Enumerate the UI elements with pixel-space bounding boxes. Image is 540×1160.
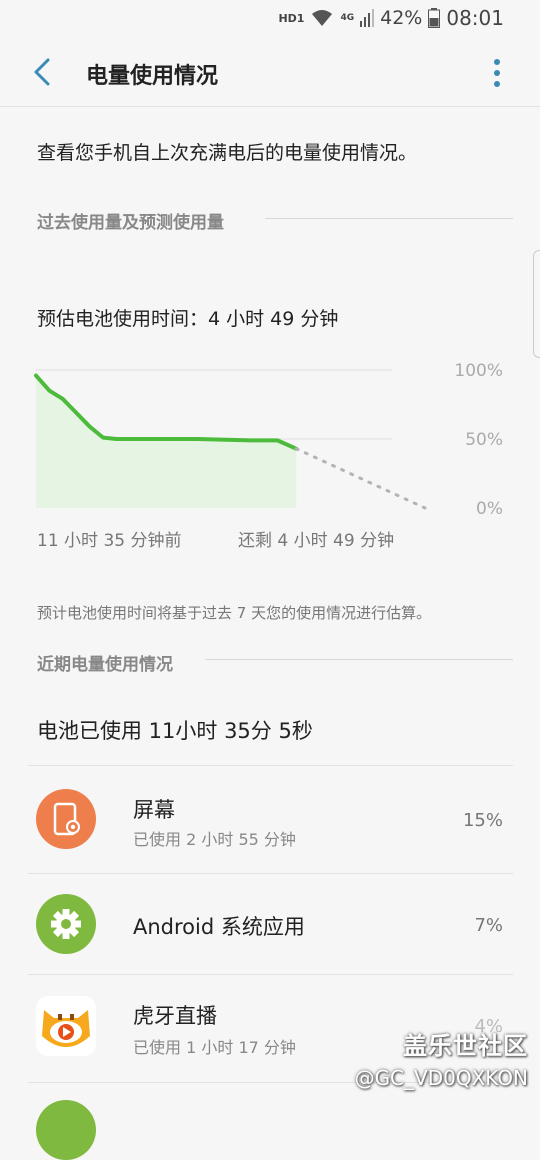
battery-percent: 42% bbox=[380, 7, 423, 29]
screen-brightness-icon bbox=[36, 789, 96, 849]
list-divider bbox=[28, 974, 513, 975]
clock: 08:01 bbox=[446, 6, 504, 30]
app-item-android-system[interactable]: Android 系统应用 7% bbox=[0, 875, 540, 975]
status-bar: HD1 4G 42% 08:01 bbox=[0, 0, 540, 36]
edge-panel-handle[interactable] bbox=[533, 250, 540, 358]
app-percent: 7% bbox=[474, 915, 503, 936]
section-divider bbox=[205, 659, 513, 660]
app-name: Android 系统应用 bbox=[133, 915, 305, 939]
x-label-end: 还剩 4 小时 49 分钟 bbox=[238, 531, 395, 551]
list-divider bbox=[28, 873, 513, 874]
app-bar: 电量使用情况 bbox=[0, 40, 540, 107]
gear-icon bbox=[36, 894, 96, 954]
section-header-recent-usage: 近期电量使用情况 bbox=[37, 655, 173, 675]
battery-icon bbox=[428, 8, 441, 28]
section-header-past-usage: 过去使用量及预测使用量 bbox=[37, 213, 224, 233]
y-tick-label: 100% bbox=[454, 361, 503, 381]
network-label: HD1 bbox=[278, 11, 305, 25]
prediction-line bbox=[294, 447, 427, 510]
estimated-battery-time: 预估电池使用时间：4 小时 49 分钟 bbox=[37, 308, 339, 330]
app-item-screen[interactable]: 屏幕 已使用 2 小时 55 分钟 15% bbox=[0, 770, 540, 870]
description-text: 查看您手机自上次充满电后的电量使用情况。 bbox=[37, 142, 418, 164]
watermark-community: 盖乐世社区 bbox=[403, 1032, 528, 1060]
huya-tiger-icon bbox=[36, 996, 96, 1056]
list-divider bbox=[28, 765, 513, 766]
back-arrow-icon[interactable] bbox=[28, 54, 58, 90]
app-name: 屏幕 bbox=[133, 798, 175, 822]
app-usage: 已使用 1 小时 17 分钟 bbox=[133, 1038, 296, 1057]
wifi-icon bbox=[312, 10, 333, 26]
watermark-user: @GC_VD0QXKON bbox=[354, 1066, 528, 1090]
battery-used-total: 电池已使用 11小时 35分 5秒 bbox=[37, 719, 313, 743]
x-label-start: 11 小时 35 分钟前 bbox=[37, 531, 182, 551]
app-name: 虎牙直播 bbox=[133, 1004, 217, 1028]
more-options-icon[interactable] bbox=[492, 58, 502, 88]
cellular-signal-icon bbox=[360, 9, 375, 27]
y-tick-label: 0% bbox=[476, 499, 503, 519]
app-usage: 已使用 2 小时 55 分钟 bbox=[133, 830, 296, 849]
estimation-note: 预计电池使用时间将基于过去 7 天您的使用情况进行估算。 bbox=[37, 604, 432, 622]
app-percent: 15% bbox=[462, 810, 503, 831]
app-icon-partial bbox=[36, 1100, 96, 1160]
battery-usage-chart: 100% 50% 0% bbox=[34, 361, 503, 519]
page-title: 电量使用情况 bbox=[86, 64, 219, 89]
section-divider bbox=[265, 218, 513, 219]
y-tick-label: 50% bbox=[465, 430, 503, 450]
signal-label: 4G bbox=[340, 13, 355, 23]
